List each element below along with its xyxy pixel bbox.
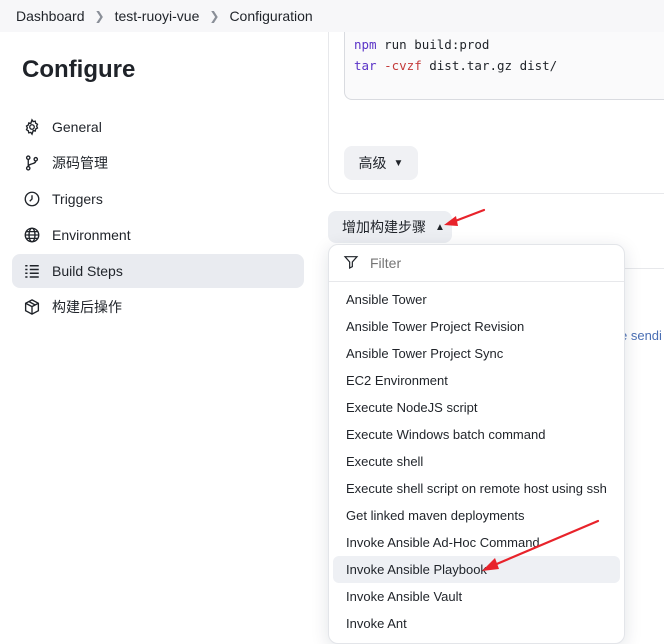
sidebar-item-label: 源码管理 — [52, 155, 108, 171]
menu-item-invoke-ansible-vault[interactable]: Invoke Ansible Vault — [333, 583, 620, 610]
filter-row — [329, 245, 624, 282]
sidebar-item-label: 构建后操作 — [52, 299, 122, 315]
sidebar-item-label: Build Steps — [52, 263, 123, 279]
advanced-button[interactable]: 高级 ▼ — [344, 146, 418, 180]
partial-link-text: e sendi — [620, 328, 662, 343]
breadcrumb: Dashboard ❯ test-ruoyi-vue ❯ Configurati… — [0, 0, 664, 32]
menu-item-execute-windows-batch[interactable]: Execute Windows batch command — [333, 421, 620, 448]
sidebar-item-label: Environment — [52, 227, 131, 243]
build-step-dropdown: Ansible Tower Ansible Tower Project Revi… — [328, 244, 625, 644]
menu-item-get-linked-maven[interactable]: Get linked maven deployments — [333, 502, 620, 529]
option-list: Ansible Tower Ansible Tower Project Revi… — [329, 282, 624, 637]
page-title: Configure — [22, 56, 136, 83]
breadcrumb-configuration[interactable]: Configuration — [229, 8, 316, 24]
sidebar-item-label: Triggers — [52, 191, 103, 207]
menu-item-invoke-ansible-adhoc[interactable]: Invoke Ansible Ad-Hoc Command — [333, 529, 620, 556]
menu-item-execute-shell-remote-ssh[interactable]: Execute shell script on remote host usin… — [333, 475, 620, 502]
list-icon — [22, 261, 42, 281]
sidebar-item-build-steps[interactable]: Build Steps — [12, 254, 304, 288]
breadcrumb-project[interactable]: test-ruoyi-vue — [115, 8, 204, 24]
chevron-up-icon: ▲ — [435, 221, 445, 233]
sidebar-item-triggers[interactable]: Triggers — [12, 182, 304, 216]
sidebar-item-general[interactable]: General — [12, 110, 304, 144]
code-line-2: tar -cvzf dist.tar.gz dist/ — [354, 58, 558, 73]
chevron-right-icon: ❯ — [209, 9, 220, 23]
sidebar-item-post-build[interactable]: 构建后操作 — [12, 290, 304, 324]
menu-item-ansible-tower[interactable]: Ansible Tower — [333, 286, 620, 313]
breadcrumb-dashboard[interactable]: Dashboard — [16, 8, 89, 24]
code-line-1: npm run build:prod — [354, 37, 490, 52]
gear-icon — [22, 117, 42, 137]
menu-item-ansible-tower-project-revision[interactable]: Ansible Tower Project Revision — [333, 313, 620, 340]
chevron-down-icon: ▼ — [393, 157, 404, 169]
shell-command-editor[interactable]: npm run build:prod tar -cvzf dist.tar.gz… — [344, 32, 664, 100]
cube-icon — [22, 297, 42, 317]
branch-icon — [22, 153, 42, 173]
menu-item-invoke-ansible-playbook[interactable]: Invoke Ansible Playbook — [333, 556, 620, 583]
add-build-step-button[interactable]: 增加构建步骤 ▲ — [328, 211, 452, 243]
menu-item-invoke-ant[interactable]: Invoke Ant — [333, 610, 620, 637]
divider — [625, 268, 664, 269]
menu-item-execute-shell[interactable]: Execute shell — [333, 448, 620, 475]
chevron-right-icon: ❯ — [94, 9, 105, 23]
filter-input[interactable] — [368, 254, 592, 272]
sidebar-item-label: General — [52, 119, 102, 135]
globe-icon — [22, 225, 42, 245]
menu-item-ansible-tower-project-sync[interactable]: Ansible Tower Project Sync — [333, 340, 620, 367]
menu-item-execute-nodejs-script[interactable]: Execute NodeJS script — [333, 394, 620, 421]
clock-icon — [22, 189, 42, 209]
sidebar-item-scm[interactable]: 源码管理 — [12, 146, 304, 180]
menu-item-ec2-environment[interactable]: EC2 Environment — [333, 367, 620, 394]
filter-icon — [343, 254, 368, 273]
sidebar-item-environment[interactable]: Environment — [12, 218, 304, 252]
